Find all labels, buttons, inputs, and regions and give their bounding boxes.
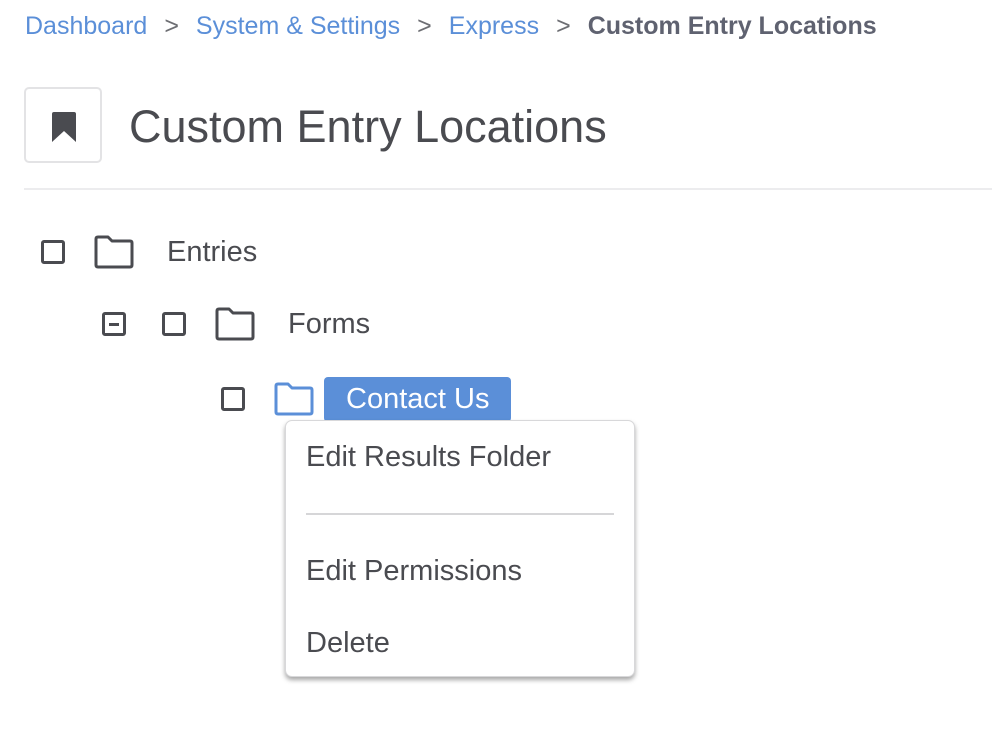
breadcrumb-separator: > — [164, 12, 179, 40]
folder-icon — [274, 382, 314, 416]
breadcrumb: Dashboard > System & Settings > Express > Cust… — [25, 12, 877, 41]
tree-node-entries[interactable]: Entries — [41, 232, 257, 272]
bookmark-icon — [52, 112, 76, 142]
breadcrumb-current: Custom Entry Locations — [587, 12, 877, 40]
breadcrumb-dashboard[interactable]: Dashboard — [25, 12, 147, 40]
breadcrumb-separator: > — [556, 12, 571, 40]
tree-node-forms[interactable]: Forms — [102, 304, 370, 344]
menu-item-edit-permissions[interactable]: Edit Permissions — [306, 555, 522, 588]
menu-item-edit-results-folder[interactable]: Edit Results Folder — [306, 441, 551, 474]
tree-node-label[interactable]: Forms — [288, 308, 370, 341]
menu-divider — [306, 513, 614, 515]
collapse-toggle-icon[interactable] — [102, 312, 126, 336]
context-menu: Edit Results Folder Edit Permissions Del… — [285, 420, 635, 677]
page-title: Custom Entry Locations — [129, 101, 607, 152]
breadcrumb-express[interactable]: Express — [449, 12, 539, 40]
breadcrumb-separator: > — [417, 12, 432, 40]
contact-us-checkbox[interactable] — [221, 387, 245, 411]
tree-node-label[interactable]: Entries — [167, 236, 257, 269]
menu-item-delete[interactable]: Delete — [306, 627, 390, 660]
page-icon-box — [24, 87, 102, 163]
folder-icon — [215, 307, 255, 341]
forms-checkbox[interactable] — [162, 312, 186, 336]
tree-node-label-selected[interactable]: Contact Us — [324, 376, 512, 422]
title-divider — [24, 188, 992, 190]
entries-checkbox[interactable] — [41, 240, 65, 264]
breadcrumb-system-settings[interactable]: System & Settings — [196, 12, 400, 40]
folder-icon — [94, 235, 134, 269]
